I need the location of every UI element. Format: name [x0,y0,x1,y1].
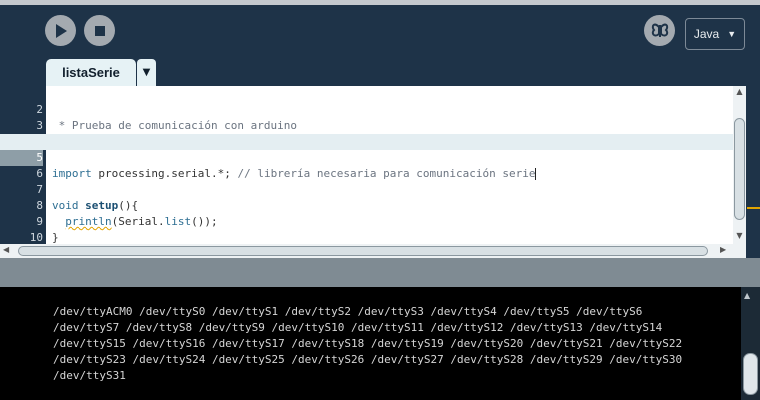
scrollbar-thumb[interactable] [743,353,758,395]
code-line: 11 [0,230,733,244]
console-scrollbar[interactable]: ▲ [741,287,760,400]
code-line: 2 * Prueba de comunicación con arduino [0,86,733,132]
console-line: /dev/ttyS31 [53,369,126,382]
code-line: 9 } [0,198,733,244]
scroll-left-icon[interactable]: ◀ [3,245,9,254]
console-line: /dev/ttyS7 /dev/ttyS8 /dev/ttyS9 /dev/tt… [53,321,663,334]
error-marker-strip [746,86,760,244]
scrollbar-corner [733,244,746,258]
stop-button[interactable] [84,15,115,46]
console-output: /dev/ttyACM0 /dev/ttyS0 /dev/ttyS1 /dev/… [0,287,741,400]
mode-selector[interactable]: Java ▼ [685,18,745,50]
editor-vertical-scrollbar[interactable]: ▲ ▼ [733,86,746,244]
scrollbar-thumb[interactable] [734,118,745,220]
code-line: 3 */ [0,102,733,148]
chevron-down-icon: ▼ [142,67,151,78]
play-icon [55,23,67,38]
console-text: /dev/ttyACM0 /dev/ttyS0 /dev/ttyS1 /dev/… [53,304,733,384]
run-button[interactable] [45,15,76,46]
scroll-down-icon[interactable]: ▼ [733,231,746,242]
code-line: 8 println(Serial.list()); [0,182,733,228]
tab-menu-button[interactable]: ▼ [137,59,156,86]
console-line: /dev/ttyS15 /dev/ttyS16 /dev/ttyS17 /dev… [53,337,683,350]
chevron-down-icon: ▼ [727,29,737,39]
editor-horizontal-scrollbar[interactable]: ◀ ▶ [0,244,733,258]
scroll-right-icon[interactable]: ▶ [720,245,726,254]
console-line: /dev/ttyACM0 /dev/ttyS0 /dev/ttyS1 /dev/… [53,305,643,318]
status-bar [0,258,760,287]
code-line: 4 [0,118,733,148]
code-line: 6 [0,150,733,180]
code-line-current: 5 import processing.serial.*; // librerí… [0,134,733,180]
warning-marker[interactable] [747,207,760,209]
butterfly-icon [651,23,668,37]
scrollbar-thumb[interactable] [18,246,708,256]
debug-button[interactable] [644,15,675,46]
scroll-up-icon[interactable]: ▲ [744,291,750,300]
console-line: /dev/ttyS23 /dev/ttyS24 /dev/ttyS25 /dev… [53,353,683,366]
code-editor[interactable]: 2 * Prueba de comunicación con arduino 3… [0,86,746,244]
code-line: 10 [0,214,733,244]
stop-icon [94,25,105,36]
tab-listaSerie[interactable]: listaSerie [46,59,136,86]
code-line: 7 void setup(){ [0,166,733,212]
scroll-up-icon[interactable]: ▲ [733,87,746,98]
mode-label: Java [693,27,720,41]
